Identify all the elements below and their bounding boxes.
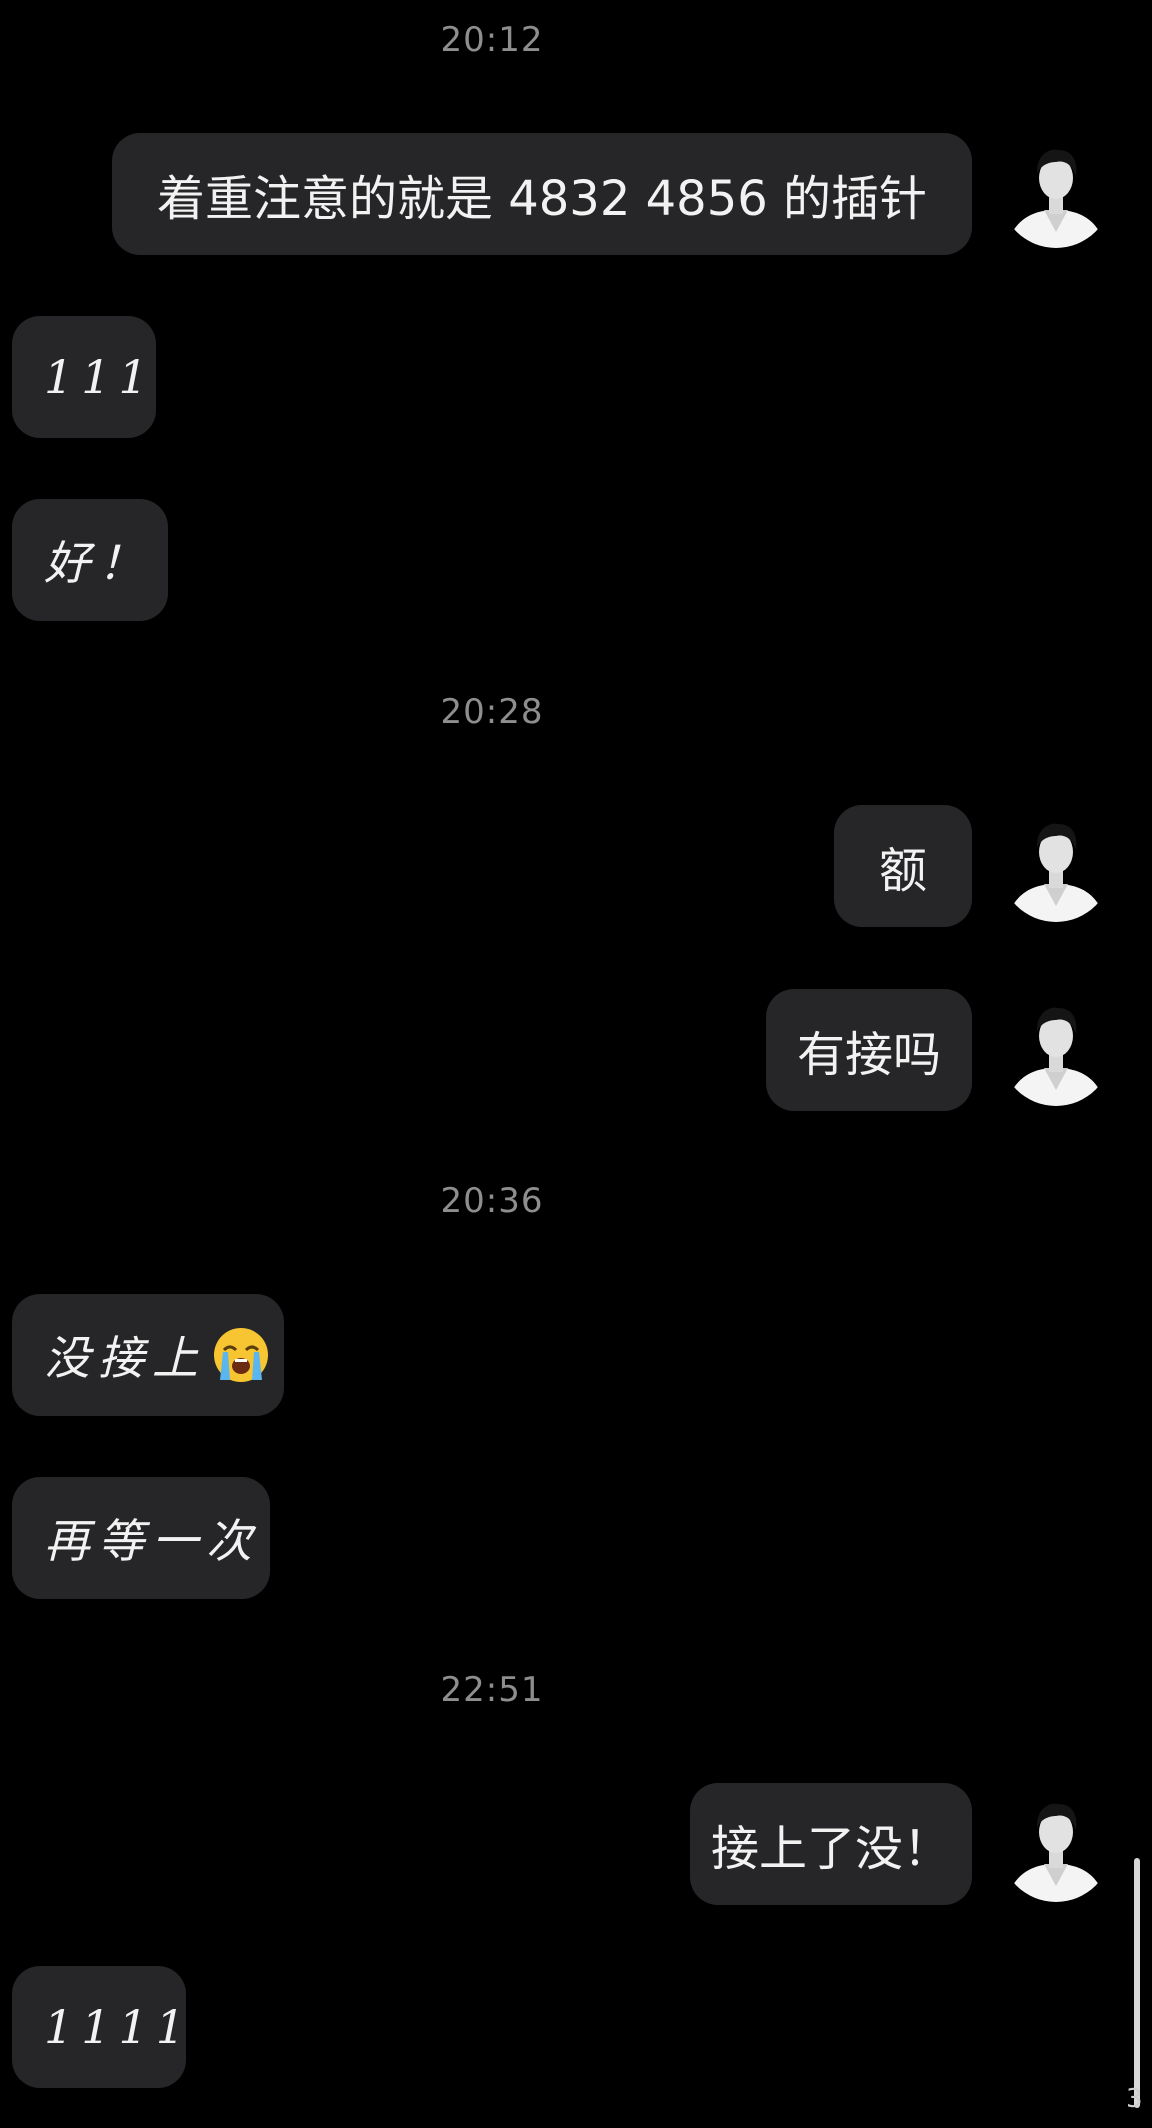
timestamp: 22:51 [440,1670,544,1710]
message-text: 额 [878,843,927,899]
avatar-icon [1000,810,1112,922]
scrollbar[interactable] [1134,1858,1140,2108]
message-bubble-incoming[interactable]: 111 [12,316,156,438]
message-bubble-outgoing[interactable]: 着重注意的就是 4832 4856 的插针 [112,133,972,255]
message-bubble-incoming[interactable]: 再等一次 [12,1477,270,1599]
loudly-crying-face-emoji-icon [212,1326,270,1384]
message-text: 再等一次 [44,1514,260,1568]
message-bubble-outgoing[interactable]: 额 [834,805,972,927]
avatar-icon [1000,994,1112,1106]
message-bubble-outgoing[interactable]: 接上了没！ [690,1783,972,1905]
avatar[interactable] [1000,994,1112,1106]
message-bubble-incoming[interactable]: 1111 [12,1966,186,2088]
avatar[interactable] [1000,810,1112,922]
avatar[interactable] [1000,1790,1112,1902]
message-bubble-outgoing[interactable]: 有接吗 [766,989,972,1111]
corner-mark: 3 [1126,2084,1143,2114]
timestamp: 20:36 [440,1181,544,1221]
avatar[interactable] [1000,136,1112,248]
message-bubble-incoming[interactable]: 没接上 [12,1294,284,1416]
avatar-icon [1000,136,1112,248]
timestamp: 20:12 [440,20,544,60]
message-text: 1111 [44,2000,194,2054]
message-text: 有接吗 [796,1027,941,1083]
message-text: 111 [44,350,156,404]
timestamp: 20:28 [440,692,544,732]
message-text: 好！ [44,536,152,590]
message-text: 着重注意的就是 4832 4856 的插针 [156,171,928,227]
avatar-icon [1000,1790,1112,1902]
message-text: 没接上 [44,1331,206,1385]
message-text: 接上了没！ [711,1821,952,1877]
message-bubble-incoming[interactable]: 好！ [12,499,168,621]
